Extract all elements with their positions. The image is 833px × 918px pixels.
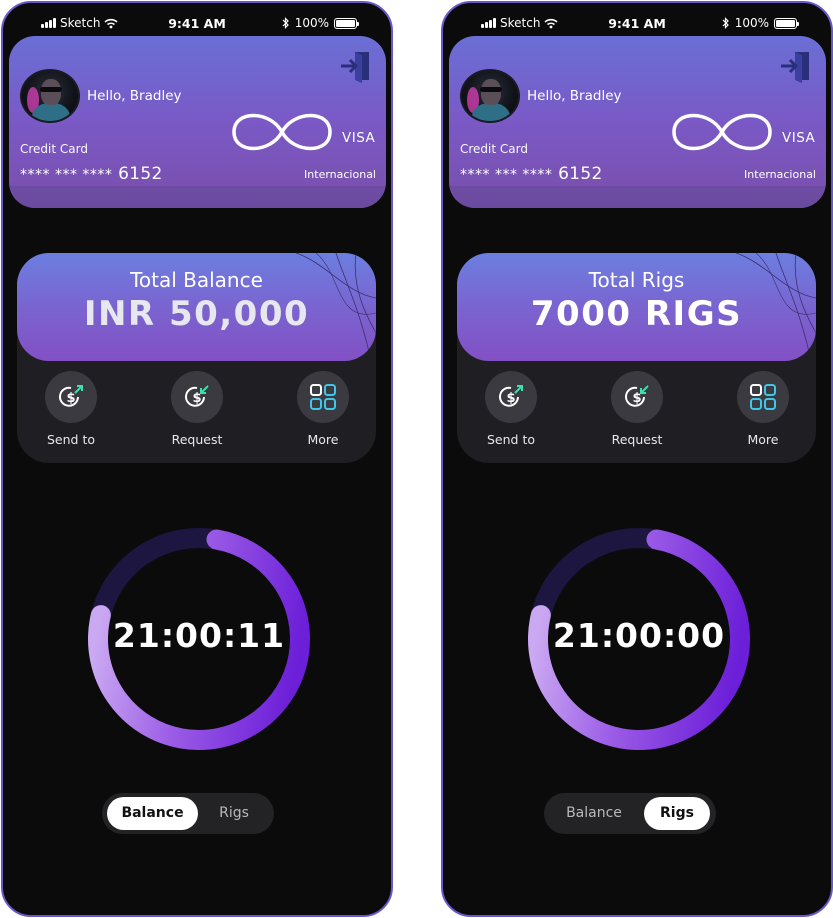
avatar[interactable] bbox=[20, 69, 80, 123]
battery-icon bbox=[334, 17, 359, 29]
more-label: More bbox=[307, 432, 339, 447]
request-money-icon: $ bbox=[625, 385, 649, 407]
card-scope: Internacional bbox=[744, 168, 816, 181]
timer-value: 21:00:00 bbox=[552, 616, 726, 655]
battery-percent: 100% bbox=[734, 16, 769, 30]
countdown-timer: 21:00:00 bbox=[526, 526, 752, 752]
more-button[interactable]: More bbox=[275, 371, 371, 447]
logout-icon[interactable] bbox=[339, 49, 373, 83]
infinity-logo-icon bbox=[232, 113, 332, 151]
send-to-button[interactable]: $ Send to bbox=[23, 371, 119, 447]
svg-text:$: $ bbox=[506, 391, 515, 406]
toggle-balance[interactable]: Balance bbox=[549, 797, 639, 830]
card-scope: Internacional bbox=[304, 168, 376, 181]
infinity-logo-icon bbox=[672, 113, 772, 151]
card-number-mask: **** *** **** bbox=[460, 167, 553, 183]
balance-rigs-toggle: Balance Rigs bbox=[544, 793, 716, 834]
grid-icon bbox=[310, 384, 336, 410]
send-money-icon: $ bbox=[59, 385, 83, 407]
balance-box: Total Rigs 7000 RIGS bbox=[457, 253, 816, 361]
greeting-text: Hello, Bradley bbox=[527, 88, 622, 104]
greeting-text: Hello, Bradley bbox=[87, 88, 182, 104]
toggle-balance[interactable]: Balance bbox=[107, 797, 198, 830]
send-to-button[interactable]: $ Send to bbox=[463, 371, 559, 447]
card-brand: VISA bbox=[782, 130, 816, 146]
card-type-label: Credit Card bbox=[460, 142, 528, 156]
send-to-label: Send to bbox=[486, 432, 535, 447]
card-number: **** *** **** 6152 bbox=[460, 164, 603, 184]
balance-rigs-toggle: Balance Rigs bbox=[102, 793, 274, 834]
card-band bbox=[9, 186, 386, 208]
avatar[interactable] bbox=[460, 69, 520, 123]
logout-icon[interactable] bbox=[779, 49, 813, 83]
request-money-icon: $ bbox=[185, 385, 209, 407]
request-label: Request bbox=[171, 432, 223, 447]
send-to-label: Send to bbox=[46, 432, 95, 447]
credit-card[interactable]: Hello, Bradley VISA Credit Card **** ***… bbox=[9, 36, 386, 208]
card-brand: VISA bbox=[342, 130, 376, 146]
battery-percent: 100% bbox=[294, 16, 329, 30]
phone-screen-balance: Sketch 9:41 AM 100% Hello, Bradley VISA … bbox=[1, 1, 393, 917]
quick-actions: $ Send to $ Request More bbox=[457, 371, 816, 451]
quick-actions: $ Send to $ Request More bbox=[17, 371, 376, 451]
bluetooth-icon bbox=[282, 17, 289, 29]
toggle-rigs[interactable]: Rigs bbox=[644, 797, 710, 830]
timer-value: 21:00:11 bbox=[112, 616, 286, 655]
card-number-last4: 6152 bbox=[118, 164, 163, 184]
countdown-timer: 21:00:11 bbox=[86, 526, 312, 752]
battery-icon bbox=[774, 17, 799, 29]
balance-box: Total Balance INR 50,000 bbox=[17, 253, 376, 361]
rigs-value: 7000 RIGS bbox=[530, 294, 743, 334]
bluetooth-icon bbox=[722, 17, 729, 29]
card-band bbox=[449, 186, 826, 208]
svg-text:$: $ bbox=[66, 391, 75, 406]
rigs-label: Total Rigs bbox=[588, 268, 685, 292]
more-label: More bbox=[747, 432, 779, 447]
grid-icon bbox=[750, 384, 776, 410]
wallet-panel: Total Rigs 7000 RIGS $ Send to $ Request… bbox=[457, 253, 816, 463]
balance-label: Total Balance bbox=[130, 268, 263, 292]
credit-card[interactable]: Hello, Bradley VISA Credit Card **** ***… bbox=[449, 36, 826, 208]
wallet-panel: Total Balance INR 50,000 $ Send to $ Req… bbox=[17, 253, 376, 463]
toggle-rigs[interactable]: Rigs bbox=[198, 797, 270, 830]
request-label: Request bbox=[611, 432, 663, 447]
more-button[interactable]: More bbox=[715, 371, 811, 447]
card-number-mask: **** *** **** bbox=[20, 167, 113, 183]
balance-value: INR 50,000 bbox=[83, 294, 310, 334]
status-bar: Sketch 9:41 AM 100% bbox=[443, 3, 831, 39]
send-money-icon: $ bbox=[499, 385, 523, 407]
status-bar: Sketch 9:41 AM 100% bbox=[3, 3, 391, 39]
card-type-label: Credit Card bbox=[20, 142, 88, 156]
phone-screen-rigs: Sketch 9:41 AM 100% Hello, Bradley VISA … bbox=[441, 1, 833, 917]
card-number-last4: 6152 bbox=[558, 164, 603, 184]
card-number: **** *** **** 6152 bbox=[20, 164, 163, 184]
request-button[interactable]: $ Request bbox=[589, 371, 685, 447]
request-button[interactable]: $ Request bbox=[149, 371, 245, 447]
